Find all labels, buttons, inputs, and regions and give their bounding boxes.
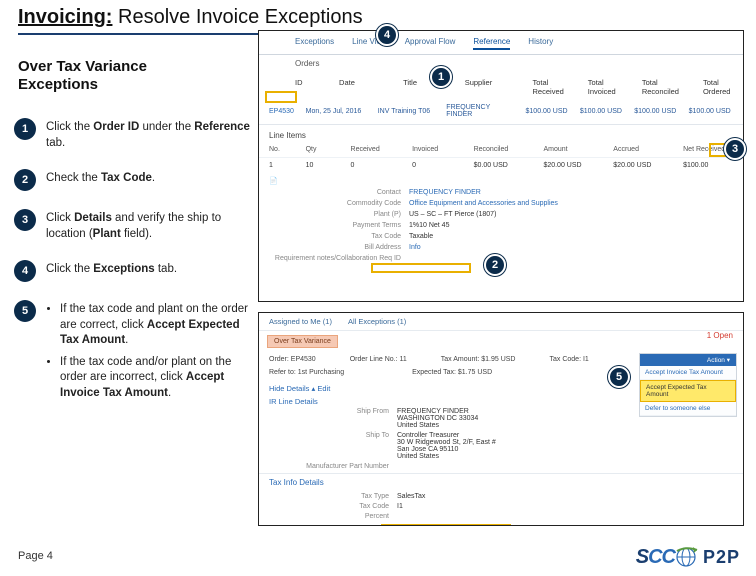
action-accept-invoice-tax[interactable]: Accept Invoice Tax Amount	[640, 366, 736, 380]
detail-tabs: Exceptions Line View Approval Flow Refer…	[259, 31, 743, 55]
kv-tax-code: Tax CodeTaxable	[259, 231, 743, 242]
step-4: 4 Click the Exceptions tab.	[14, 260, 252, 282]
step-number: 1	[14, 118, 36, 140]
logo: SCC P2P	[636, 544, 740, 570]
orders-header-row: ID Date Title Supplier Total Received To…	[259, 68, 743, 100]
instruction-steps: 1 Click the Order ID under the Reference …	[14, 118, 252, 425]
line-items-heading: Line Items	[259, 124, 743, 142]
tab-all-exceptions[interactable]: All Exceptions (1)	[348, 317, 406, 326]
title-prefix: Invoicing:	[18, 6, 112, 28]
step-text: Click Details and verify the ship to loc…	[46, 209, 252, 242]
page-number: Page 4	[18, 550, 53, 562]
kv-tax-type: Tax TypeSalesTax	[259, 491, 743, 501]
tab-history[interactable]: History	[528, 37, 553, 50]
action-menu[interactable]: Action ▾ Accept Invoice Tax Amount Accep…	[639, 353, 737, 417]
callout-2: 2	[484, 254, 506, 276]
kv-commodity: Commodity CodeOffice Equipment and Acces…	[259, 198, 743, 209]
step-text: Click the Exceptions tab.	[46, 260, 177, 278]
order-row: EP4530 Mon, 25 Jul, 2016 INV Training T0…	[259, 100, 743, 124]
callout-4: 4	[376, 24, 398, 46]
kv-tax-code2: Tax CodeI1	[259, 501, 743, 511]
tab-reference[interactable]: Reference	[473, 37, 510, 50]
step-number: 3	[14, 209, 36, 231]
tab-assigned-to-me[interactable]: Assigned to Me (1)	[269, 317, 332, 326]
exceptions-topbar: Assigned to Me (1) All Exceptions (1)	[259, 313, 743, 331]
tab-approval-flow[interactable]: Approval Flow	[405, 37, 456, 50]
kv-bill-address: Bill AddressInfo	[259, 242, 743, 253]
step-text: If the tax code and plant on the order a…	[46, 300, 252, 407]
step-text: Check the Tax Code.	[46, 169, 155, 187]
exception-flag: Over Tax Variance	[267, 335, 338, 348]
kv-ship-to: Ship ToController Treasurer 30 W Ridgewo…	[259, 430, 743, 461]
kv-plant: Plant (P)US – SC – FT Pierce (1807)	[259, 209, 743, 220]
kv-percent: Percent	[259, 511, 743, 521]
logo-scc: SCC	[636, 546, 675, 569]
callout-5: 5	[608, 366, 630, 388]
logo-p2p: P2P	[703, 547, 740, 568]
kv-payment-terms: Payment Terms1%10 Net 45	[259, 220, 743, 231]
tab-exceptions[interactable]: Exceptions	[295, 37, 334, 50]
kv-mpn: Manufacturer Part Number	[259, 461, 743, 471]
step-3: 3 Click Details and verify the ship to lo…	[14, 209, 252, 242]
callout-1: 1	[430, 66, 452, 88]
step-text: Click the Order ID under the Reference t…	[46, 118, 252, 151]
kv-contact: ContactFREQUENCY FINDER	[259, 187, 743, 198]
screenshot-exceptions-tab: Assigned to Me (1) All Exceptions (1) Ov…	[258, 312, 744, 526]
action-defer[interactable]: Defer to someone else	[640, 402, 736, 416]
tax-info-heading: Tax Info Details	[259, 473, 743, 491]
globe-arrow-icon	[673, 544, 699, 570]
step-5: 5 If the tax code and plant on the order …	[14, 300, 252, 407]
step-number: 4	[14, 260, 36, 282]
line-row: 1 10 0 0 $0.00 USD $20.00 USD $20.00 USD…	[259, 157, 743, 173]
orders-label: Orders	[259, 55, 743, 68]
highlight-tax-code	[371, 263, 471, 273]
callout-3: 3	[724, 138, 746, 160]
line-header-row: No. Qty Received Invoiced Reconciled Amo…	[259, 142, 743, 157]
step-1: 1 Click the Order ID under the Reference …	[14, 118, 252, 151]
step-number: 5	[14, 300, 36, 322]
subsection-heading: Over Tax Variance Exceptions	[18, 58, 188, 94]
title-rest: Resolve Invoice Exceptions	[112, 6, 362, 28]
status-open: 1 Open	[707, 331, 733, 340]
step-number: 2	[14, 169, 36, 191]
action-dropdown-button[interactable]: Action ▾	[640, 354, 736, 366]
tax-highlight-box: Tax Rate:9% Taxable Total:$20.51 USD Exp…	[381, 524, 511, 526]
action-accept-expected-tax[interactable]: Accept Expected Tax Amount	[640, 380, 736, 402]
order-id-link[interactable]: EP4530	[269, 108, 296, 115]
step-2: 2 Check the Tax Code.	[14, 169, 252, 191]
